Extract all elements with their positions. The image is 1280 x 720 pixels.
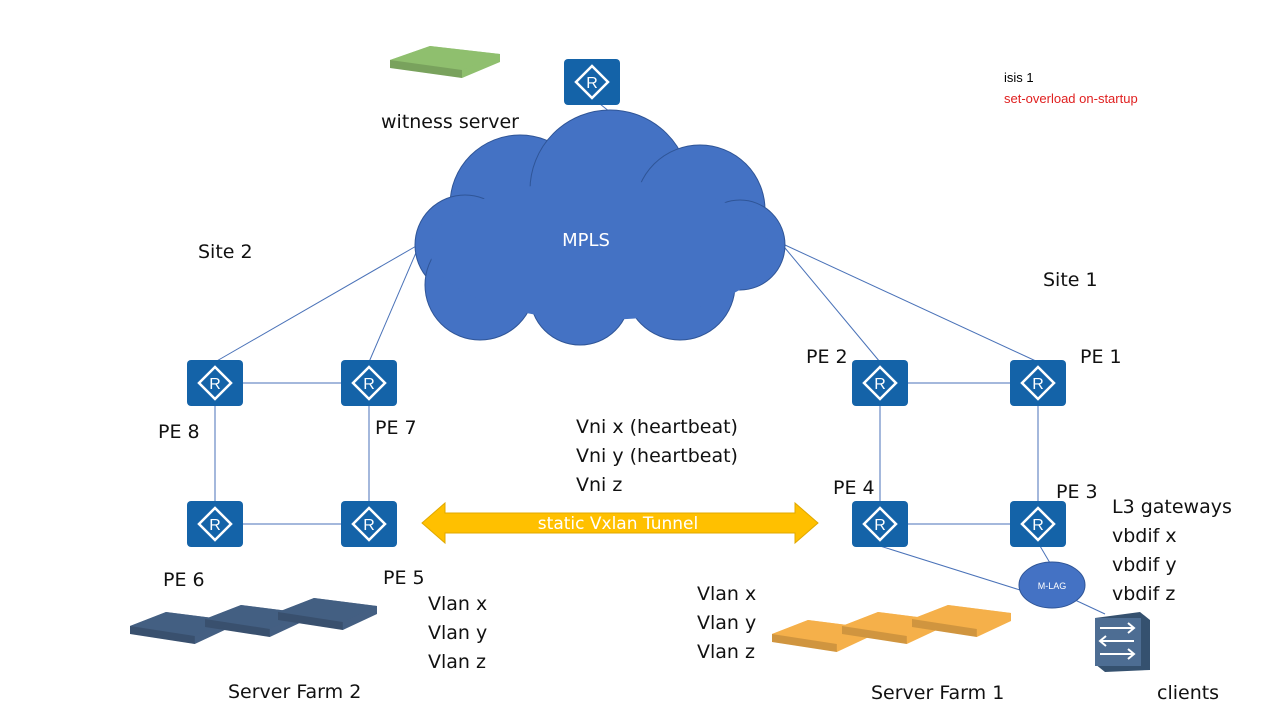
pe8-label: PE 8 bbox=[158, 421, 200, 443]
gateway-title: L3 gateways bbox=[1112, 496, 1232, 518]
server-farm-1-icon bbox=[772, 605, 1011, 652]
switch-icon bbox=[1095, 612, 1150, 672]
pe7-label: PE 7 bbox=[375, 417, 417, 439]
config-line-1: isis 1 bbox=[1004, 70, 1034, 85]
pe6-label: PE 6 bbox=[163, 569, 205, 591]
vni-x: Vni x (heartbeat) bbox=[576, 416, 738, 438]
router-pe1-icon bbox=[1008, 358, 1068, 408]
router-pe5-icon bbox=[339, 499, 399, 549]
mlag-label: M-LAG bbox=[1038, 581, 1067, 591]
site1-vlan-z: Vlan z bbox=[697, 641, 755, 663]
pe5-label: PE 5 bbox=[383, 567, 425, 589]
server-farm-2-icon bbox=[130, 598, 377, 644]
gateway-vbdif-y: vbdif y bbox=[1112, 554, 1177, 576]
pe1-label: PE 1 bbox=[1080, 346, 1122, 368]
pe2-label: PE 2 bbox=[806, 346, 848, 368]
network-diagram: R MPLS bbox=[0, 0, 1280, 720]
tunnel-label: static Vxlan Tunnel bbox=[538, 514, 698, 534]
clients-label: clients bbox=[1157, 682, 1219, 704]
site2-vlan-z: Vlan z bbox=[428, 651, 486, 673]
router-pe8-icon bbox=[185, 358, 245, 408]
site1-vlan-x: Vlan x bbox=[697, 583, 756, 605]
router-icon bbox=[562, 57, 622, 107]
site2-vlan-y: Vlan y bbox=[428, 622, 487, 644]
pe4-label: PE 4 bbox=[833, 477, 875, 499]
cloud-label: MPLS bbox=[562, 230, 610, 251]
gateway-vbdif-x: vbdif x bbox=[1112, 525, 1177, 547]
router-pe3-icon bbox=[1008, 499, 1068, 549]
site2-vlan-x: Vlan x bbox=[428, 593, 487, 615]
site2-label: Site 2 bbox=[198, 241, 253, 263]
router-pe2-icon bbox=[850, 358, 910, 408]
server-farm-2-label: Server Farm 2 bbox=[228, 681, 361, 703]
site1-vlan-y: Vlan y bbox=[697, 612, 756, 634]
witness-label: witness server bbox=[381, 111, 519, 133]
vni-y: Vni y (heartbeat) bbox=[576, 445, 738, 467]
pe3-label: PE 3 bbox=[1056, 481, 1098, 503]
site1-label: Site 1 bbox=[1043, 269, 1098, 291]
config-line-2: set-overload on-startup bbox=[1004, 91, 1138, 106]
router-pe6-icon bbox=[185, 499, 245, 549]
vni-z: Vni z bbox=[576, 474, 622, 496]
server-farm-1-label: Server Farm 1 bbox=[871, 682, 1004, 704]
router-pe4-icon bbox=[850, 499, 910, 549]
router-pe7-icon bbox=[339, 358, 399, 408]
witness-server-icon bbox=[390, 46, 500, 78]
gateway-vbdif-z: vbdif z bbox=[1112, 583, 1175, 605]
